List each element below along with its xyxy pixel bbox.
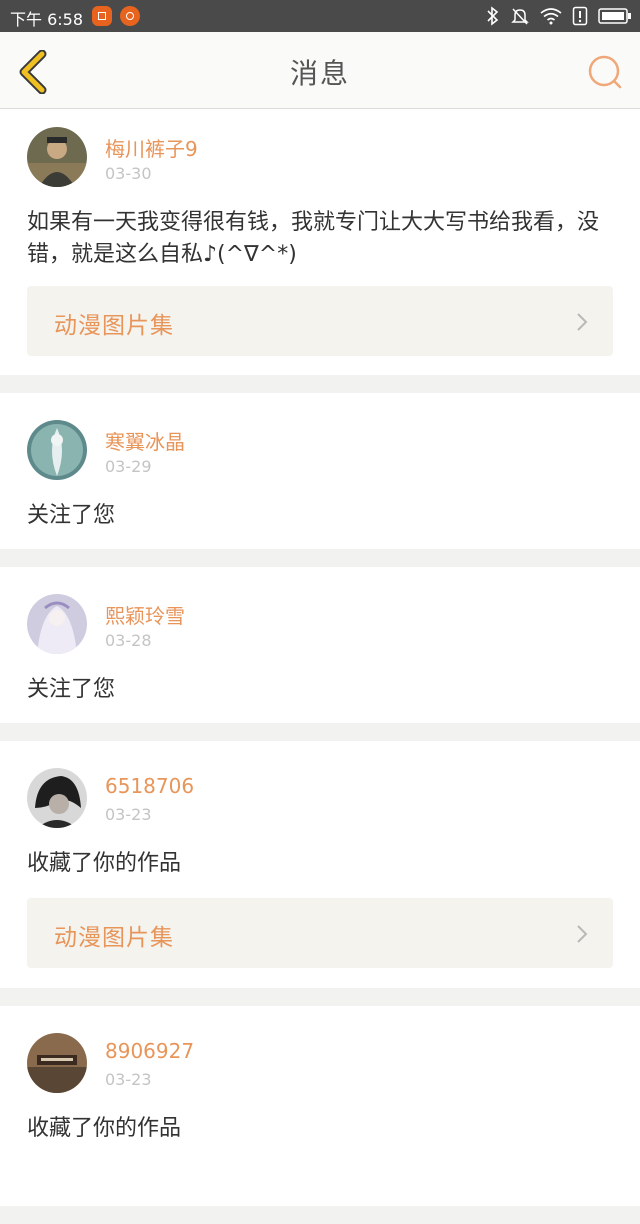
avatar[interactable] — [27, 1033, 87, 1093]
message-text: 收藏了你的作品 — [27, 1116, 182, 1141]
avatar[interactable] — [27, 768, 87, 828]
message-text: 收藏了你的作品 — [27, 851, 182, 876]
avatar[interactable] — [27, 594, 87, 654]
message-text: 关注了您 — [27, 503, 116, 528]
sender-name[interactable]: 6518706 — [105, 774, 194, 798]
message-card[interactable]: 8906927 03-23 收藏了你的作品 — [0, 1006, 640, 1206]
message-list: 梅川裤子9 03-30 如果有一天我变得很有钱，我就专门让大大写书给我看，没错，… — [0, 109, 640, 1224]
message-date: 03-30 — [105, 164, 152, 183]
work-link-label: 动漫图片集 — [54, 925, 174, 951]
status-bar: 下午 6:58 — [0, 0, 640, 32]
sender-name[interactable]: 8906927 — [105, 1039, 194, 1063]
avatar[interactable] — [27, 420, 87, 480]
page-title: 消息 — [289, 57, 350, 90]
message-date: 03-23 — [105, 805, 152, 824]
message-card[interactable]: 6518706 03-23 收藏了你的作品 动漫图片集 — [0, 741, 640, 988]
chevron-right-icon — [577, 313, 588, 331]
bluetooth-icon — [487, 6, 499, 26]
top-nav-bar: 消息 — [0, 32, 640, 109]
message-card[interactable]: 梅川裤子9 03-30 如果有一天我变得很有钱，我就专门让大大写书给我看，没错，… — [0, 109, 640, 375]
mute-bell-icon — [511, 8, 529, 25]
app-notification-icon — [92, 6, 112, 26]
search-button[interactable] — [586, 54, 624, 90]
message-date: 03-29 — [105, 457, 152, 476]
message-date: 03-23 — [105, 1070, 152, 1089]
work-link-card[interactable]: 动漫图片集 — [27, 898, 613, 968]
sender-name[interactable]: 梅川裤子9 — [105, 133, 198, 162]
message-text: 如果有一天我变得很有钱，我就专门让大大写书给我看，没错，就是这么自私♪(^∇^*… — [27, 210, 600, 267]
sender-name[interactable]: 寒翼冰晶 — [105, 426, 185, 455]
search-icon — [588, 55, 622, 89]
message-date: 03-28 — [105, 631, 152, 650]
status-time: 下午 6:58 — [10, 10, 84, 29]
sender-name[interactable]: 熙颖玲雪 — [105, 600, 185, 629]
chevron-right-icon — [577, 925, 588, 943]
work-link-card[interactable]: 动漫图片集 — [27, 286, 613, 356]
battery-icon — [598, 8, 631, 24]
avatar[interactable] — [27, 127, 87, 187]
sim-alert-icon — [572, 6, 588, 26]
message-text: 关注了您 — [27, 677, 116, 702]
work-link-label: 动漫图片集 — [54, 313, 174, 339]
message-card[interactable]: 熙颖玲雪 03-28 关注了您 — [0, 567, 640, 723]
alert-notification-icon — [120, 6, 140, 26]
wifi-icon — [540, 8, 562, 25]
message-card[interactable]: 寒翼冰晶 03-29 关注了您 — [0, 393, 640, 549]
